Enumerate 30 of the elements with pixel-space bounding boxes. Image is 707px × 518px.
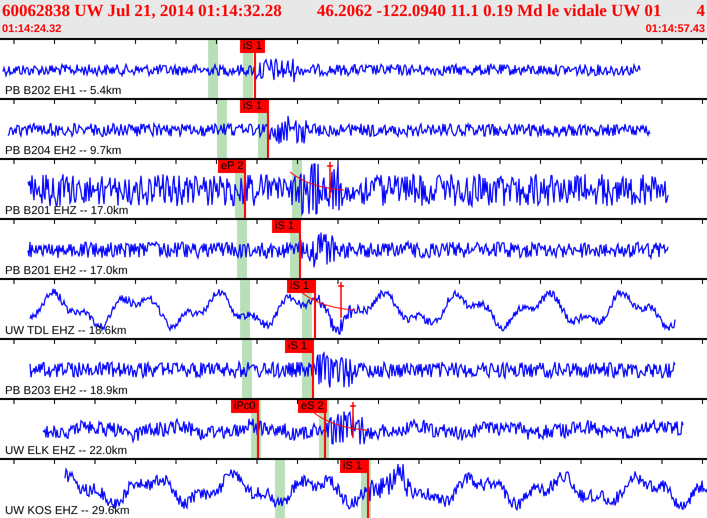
trace-label: PB B201 EH2 -- 17.0km: [5, 265, 128, 278]
pick-flag[interactable]: iS 1: [272, 220, 301, 233]
phase-window: [217, 100, 227, 158]
trace-label: PB B201 EHZ -- 17.0km: [5, 205, 128, 218]
phase-window: [240, 280, 250, 338]
pick-flag[interactable]: iS 1: [240, 100, 269, 113]
pick-flag[interactable]: iPc0: [231, 400, 259, 413]
trace-label: UW KOS EHZ -- 29.6km: [5, 505, 130, 518]
trace-label: PB B202 EH1 -- 5.4km: [5, 85, 122, 98]
event-count: 4: [696, 0, 705, 22]
phase-window: [208, 40, 218, 98]
pick-flag[interactable]: iS 1: [287, 280, 316, 293]
end-time: 01:14:57.43: [646, 22, 705, 36]
amplitude-marker: [312, 402, 368, 438]
phase-window: [242, 340, 252, 398]
amplitude-marker: [300, 282, 356, 318]
trace-label: UW TDL EHZ -- 18.6km: [5, 325, 126, 338]
pick-flag[interactable]: iS 1: [285, 340, 314, 353]
event-location: 46.2062 -122.0940 11.1 0.19 Md le vidale UW 01: [316, 0, 662, 22]
pick-flag[interactable]: eP 2: [218, 160, 246, 173]
trace-label: PB B203 EH2 -- 18.9km: [5, 385, 128, 398]
pick-flag[interactable]: iS 1: [240, 40, 265, 53]
pick-flag[interactable]: eS 2: [298, 400, 327, 413]
trace-label: UW ELK EHZ -- 22.0km: [5, 445, 128, 458]
amplitude-marker: [290, 162, 344, 198]
start-time: 01:14:24.32: [2, 22, 62, 36]
trace-label: PB B204 EH2 -- 9.7km: [5, 145, 122, 158]
event-title: 60062838 UW Jul 21, 2014 01:14:32.28: [2, 0, 282, 22]
pick-flag[interactable]: iS 1: [340, 460, 369, 473]
phase-window: [275, 460, 285, 518]
